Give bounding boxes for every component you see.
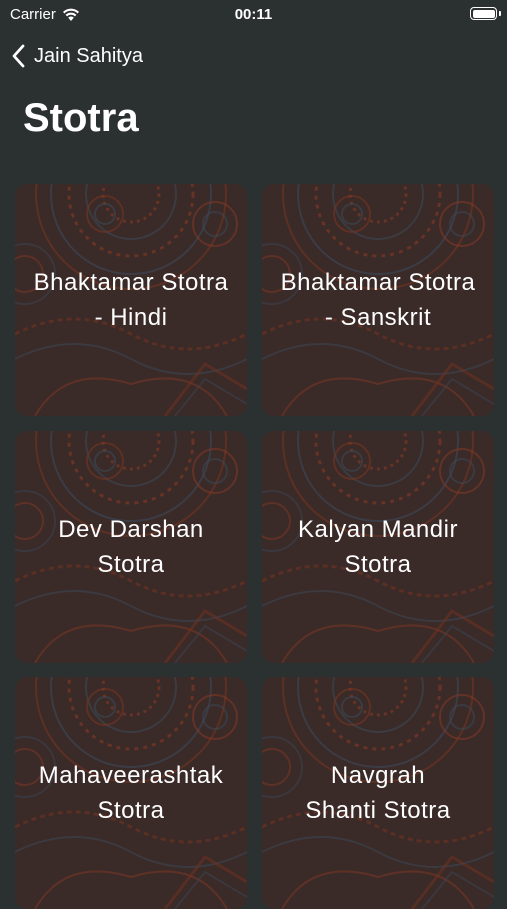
card-mahaveerashtak[interactable]: Mahaveerashtak Stotra — [15, 677, 247, 909]
card-label-line: Stotra — [344, 551, 412, 578]
card-label: Navgrah Shanti Stotra — [270, 758, 486, 828]
clock: 00:11 — [234, 6, 273, 23]
card-label-line: Shanti Stotra — [305, 797, 451, 824]
card-dev-darshan[interactable]: Dev Darshan Stotra — [15, 431, 247, 663]
card-label-line: Mahaveerashtak — [38, 762, 224, 789]
back-button[interactable]: Jain Sahitya — [12, 44, 143, 68]
status-bar: Carrier 00:11 — [0, 0, 507, 32]
battery-fill — [472, 9, 495, 18]
card-label: Mahaveerashtak Stotra — [23, 758, 239, 828]
card-navgrah-shanti[interactable]: Navgrah Shanti Stotra — [262, 677, 494, 909]
navigation-bar: Jain Sahitya — [0, 40, 507, 76]
card-kalyan-mandir[interactable]: Kalyan Mandir Stotra — [262, 431, 494, 663]
page-title: Stotra — [23, 96, 139, 140]
card-label-line: Stotra — [97, 797, 165, 824]
battery-tip — [499, 11, 501, 16]
back-label: Jain Sahitya — [34, 44, 143, 67]
card-label: Bhaktamar Stotra - Hindi — [23, 265, 239, 335]
card-label: Bhaktamar Stotra - Sanskrit — [270, 265, 486, 335]
card-label-line: Bhaktamar Stotra — [280, 269, 476, 296]
card-label-line: - Sanskrit — [324, 304, 432, 331]
card-label: Kalyan Mandir Stotra — [270, 512, 486, 582]
card-label-line: Dev Darshan — [58, 516, 204, 543]
card-label: Dev Darshan Stotra — [23, 512, 239, 582]
chevron-left-icon — [12, 44, 25, 68]
card-label-line: - Hindi — [94, 304, 168, 331]
card-label-line: Navgrah — [330, 762, 426, 789]
battery-icon — [470, 7, 497, 20]
card-label-line: Stotra — [97, 551, 165, 578]
card-label-line: Bhaktamar Stotra — [33, 269, 229, 296]
card-bhaktamar-hindi[interactable]: Bhaktamar Stotra - Hindi — [15, 184, 247, 416]
card-label-line: Kalyan Mandir — [298, 516, 458, 543]
card-bhaktamar-sanskrit[interactable]: Bhaktamar Stotra - Sanskrit — [262, 184, 494, 416]
